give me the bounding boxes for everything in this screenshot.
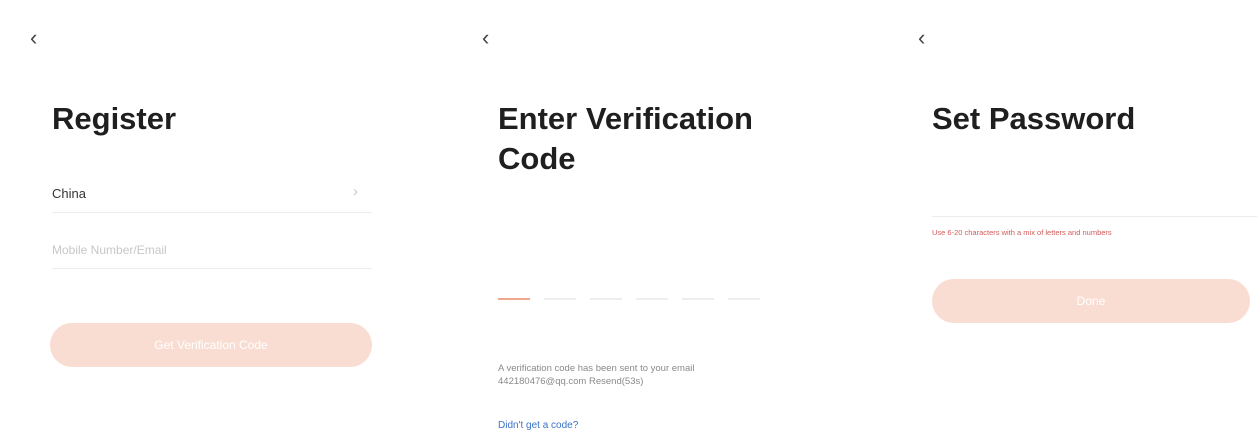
- done-button[interactable]: Done: [932, 279, 1250, 323]
- verification-message: A verification code has been sent to you…: [498, 362, 798, 388]
- code-slot[interactable]: [590, 298, 622, 300]
- register-screen: ‹ Register China › Get Verification Code: [0, 0, 420, 446]
- code-slot[interactable]: [728, 298, 760, 300]
- didnt-get-code-link[interactable]: Didn't get a code?: [498, 420, 578, 431]
- code-slot[interactable]: [544, 298, 576, 300]
- get-verification-code-button[interactable]: Get Verification Code: [50, 323, 372, 367]
- chevron-left-icon[interactable]: ‹: [918, 24, 942, 52]
- password-hint: Use 6-20 characters with a mix of letter…: [932, 228, 1112, 237]
- email-address: 442180476@qq.com: [498, 376, 587, 387]
- code-slot[interactable]: [636, 298, 668, 300]
- chevron-left-icon[interactable]: ‹: [482, 24, 506, 52]
- set-password-screen: ‹ Set Password Use 6-20 characters with …: [870, 0, 1257, 446]
- page-title: Enter Verification Code: [498, 101, 753, 176]
- password-input[interactable]: [932, 190, 1257, 217]
- resend-link[interactable]: Resend(53s): [589, 376, 643, 387]
- chevron-right-icon: ›: [353, 183, 358, 200]
- country-value: China: [52, 186, 86, 201]
- verification-message-text: A verification code has been sent to you…: [498, 363, 695, 374]
- chevron-left-icon[interactable]: ‹: [30, 24, 54, 52]
- account-input[interactable]: [52, 232, 372, 269]
- verification-screen: ‹ Enter Verification Code A verification…: [440, 0, 860, 446]
- country-selector[interactable]: China ›: [52, 176, 372, 213]
- verification-code-input[interactable]: [498, 294, 768, 304]
- code-slot[interactable]: [682, 298, 714, 300]
- page-title: Set Password: [932, 101, 1136, 136]
- page-title: Register: [52, 101, 177, 136]
- code-slot[interactable]: [498, 298, 530, 300]
